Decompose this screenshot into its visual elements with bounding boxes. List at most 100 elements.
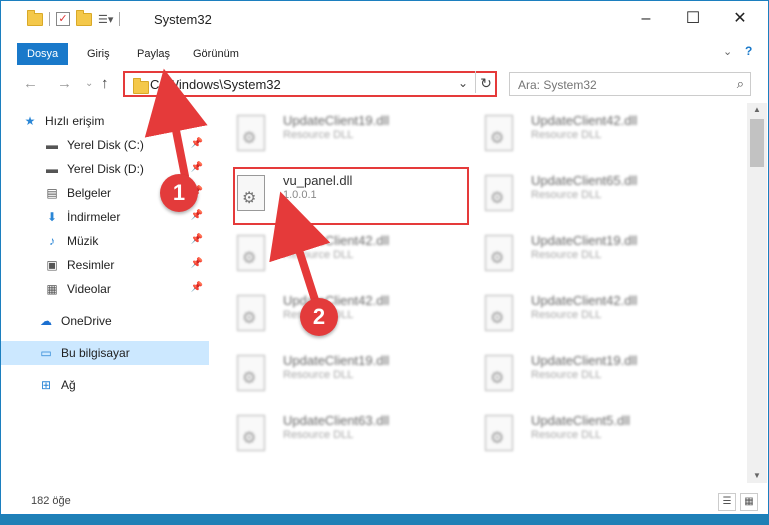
download-icon: ⬇ xyxy=(46,210,58,224)
nav-item-pictures[interactable]: ▣ Resimler 📌 xyxy=(1,253,209,277)
file-description: Resource DLL xyxy=(283,129,354,141)
search-box[interactable]: ⌕ xyxy=(509,72,751,96)
nav-item-onedrive[interactable]: ☁ OneDrive xyxy=(1,309,209,333)
up-arrow-icon[interactable]: ↑ xyxy=(101,75,109,92)
nav-item-network[interactable]: ⊞ Ağ xyxy=(1,373,209,397)
drive-icon: ▬ xyxy=(46,162,58,176)
nav-item-label: OneDrive xyxy=(61,314,112,328)
close-button[interactable]: ✕ xyxy=(725,9,755,29)
refresh-icon[interactable]: ↻ xyxy=(475,71,496,93)
music-icon: ♪ xyxy=(49,234,55,248)
pin-icon[interactable]: 📌 xyxy=(191,258,203,269)
file-list: ⚙ UpdateClient19.dll Resource DLL ⚙ Upda… xyxy=(211,103,745,483)
dll-file-icon: ⚙ xyxy=(237,115,265,151)
nav-item-videos[interactable]: ▦ Videolar 📌 xyxy=(1,277,209,301)
file-name: UpdateClient42.dll xyxy=(531,293,638,308)
large-icons-view-icon[interactable]: ▦ xyxy=(740,493,758,511)
navigation-bar: ← → ⌄ ↑ C:\Windows\System32 ⌄ ↻ ⌕ xyxy=(1,67,768,101)
separator xyxy=(49,12,50,26)
dll-file-icon: ⚙ xyxy=(485,175,513,211)
customize-toolbar-icon[interactable]: ☰▾ xyxy=(98,13,113,26)
nav-item-music[interactable]: ♪ Müzik 📌 xyxy=(1,229,209,253)
search-icon[interactable]: ⌕ xyxy=(737,76,744,92)
step-marker-2: 2 xyxy=(300,298,338,336)
nav-item-local-disk-c[interactable]: ▬ Yerel Disk (C:) 📌 xyxy=(1,133,209,157)
nav-item-label: Müzik xyxy=(67,234,99,248)
file-item[interactable]: ⚙ UpdateClient42.dll Resource DLL xyxy=(237,229,447,281)
scroll-down-icon[interactable]: ▼ xyxy=(747,469,767,483)
file-name: UpdateClient19.dll xyxy=(283,113,390,128)
dll-file-icon: ⚙ xyxy=(485,115,513,151)
nav-item-label: Ağ xyxy=(61,378,76,392)
dll-file-icon: ⚙ xyxy=(485,295,513,331)
search-input[interactable] xyxy=(516,77,720,93)
pin-icon[interactable]: 📌 xyxy=(191,234,203,245)
forward-arrow-icon[interactable]: → xyxy=(57,75,72,92)
dll-file-icon: ⚙ xyxy=(237,235,265,271)
file-item[interactable]: ⚙ UpdateClient65.dll Resource DLL xyxy=(485,169,695,221)
nav-item-label: Resimler xyxy=(67,258,115,272)
address-path[interactable]: C:\Windows\System32 xyxy=(150,77,281,92)
details-view-icon[interactable]: ☰ xyxy=(718,493,736,511)
separator xyxy=(119,12,121,26)
star-icon: ★ xyxy=(24,114,36,128)
file-name: UpdateClient19.dll xyxy=(531,233,638,248)
videos-icon: ▦ xyxy=(46,282,58,296)
network-icon: ⊞ xyxy=(40,378,52,392)
tab-home[interactable]: Giriş xyxy=(77,43,120,65)
file-item[interactable]: ⚙ UpdateClient19.dll Resource DLL xyxy=(237,349,447,401)
file-description: Resource DLL xyxy=(283,249,354,261)
tab-file[interactable]: Dosya xyxy=(17,43,69,65)
dll-file-icon: ⚙ xyxy=(485,415,513,451)
new-folder-icon[interactable] xyxy=(76,9,92,26)
file-item[interactable]: ⚙ UpdateClient63.dll Resource DLL xyxy=(237,409,447,461)
file-item[interactable]: ⚙ UpdateClient42.dll Resource DLL xyxy=(485,109,695,161)
folder-icon xyxy=(27,9,43,26)
dll-file-icon: ⚙ xyxy=(237,415,265,451)
ribbon-expand-icon[interactable]: ⌄ xyxy=(723,45,732,58)
file-item[interactable]: ⚙ UpdateClient19.dll Resource DLL xyxy=(485,229,695,281)
file-item[interactable]: ⚙ UpdateClient5.dll Resource DLL xyxy=(485,409,695,461)
quick-access-toolbar: ✓ ☰▾ xyxy=(27,9,121,26)
tab-share[interactable]: Paylaş xyxy=(127,43,180,65)
chevron-down-icon[interactable]: ⌄ xyxy=(458,76,468,90)
file-item[interactable]: ⚙ UpdateClient19.dll Resource DLL xyxy=(485,349,695,401)
scroll-thumb[interactable] xyxy=(750,119,764,167)
help-icon[interactable]: ? xyxy=(745,44,752,58)
file-item[interactable]: ⚙ UpdateClient42.dll Resource DLL xyxy=(485,289,695,341)
title-bar: ✓ ☰▾ System32 – ☐ ✕ xyxy=(1,1,768,39)
pin-icon[interactable]: 📌 xyxy=(191,138,203,149)
documents-icon: ▤ xyxy=(46,186,58,200)
tab-view[interactable]: Görünüm xyxy=(183,43,249,65)
step-marker-1: 1 xyxy=(160,174,198,212)
properties-icon[interactable]: ✓ xyxy=(56,12,70,26)
file-name: UpdateClient42.dll xyxy=(283,293,390,308)
folder-icon xyxy=(133,78,149,94)
file-description: Resource DLL xyxy=(283,429,354,441)
vertical-scrollbar[interactable]: ▲ ▼ xyxy=(747,103,767,483)
minimize-button[interactable]: – xyxy=(631,9,661,29)
scroll-up-icon[interactable]: ▲ xyxy=(747,103,767,117)
ribbon-tabs: Dosya Giriş Paylaş Görünüm ⌄ ? xyxy=(1,39,768,65)
file-name: UpdateClient19.dll xyxy=(283,353,390,368)
maximize-button[interactable]: ☐ xyxy=(678,9,708,29)
item-count: 182 öğe xyxy=(31,495,71,507)
file-name: UpdateClient5.dll xyxy=(531,413,631,428)
file-description: Resource DLL xyxy=(531,369,602,381)
pin-icon[interactable]: 📌 xyxy=(191,282,203,293)
file-item[interactable]: ⚙ UpdateClient19.dll Resource DLL xyxy=(237,109,447,161)
nav-item-quick-access[interactable]: ★ Hızlı erişim xyxy=(1,109,209,133)
file-description: Resource DLL xyxy=(531,309,602,321)
pin-icon[interactable]: 📌 xyxy=(191,162,203,173)
file-name: UpdateClient63.dll xyxy=(283,413,390,428)
file-item[interactable]: ⚙ UpdateClient42.dll Resource DLL xyxy=(237,289,447,341)
dll-file-icon: ⚙ xyxy=(485,355,513,391)
recent-locations-icon[interactable]: ⌄ xyxy=(85,78,93,89)
pin-icon[interactable]: 📌 xyxy=(191,210,203,221)
dll-file-icon: ⚙ xyxy=(485,235,513,271)
nav-item-this-pc[interactable]: ▭ Bu bilgisayar xyxy=(1,341,209,365)
file-name: UpdateClient65.dll xyxy=(531,173,638,188)
cloud-icon: ☁ xyxy=(40,314,52,328)
address-bar[interactable]: C:\Windows\System32 ⌄ ↻ xyxy=(123,71,497,97)
back-arrow-icon[interactable]: ← xyxy=(23,75,38,92)
